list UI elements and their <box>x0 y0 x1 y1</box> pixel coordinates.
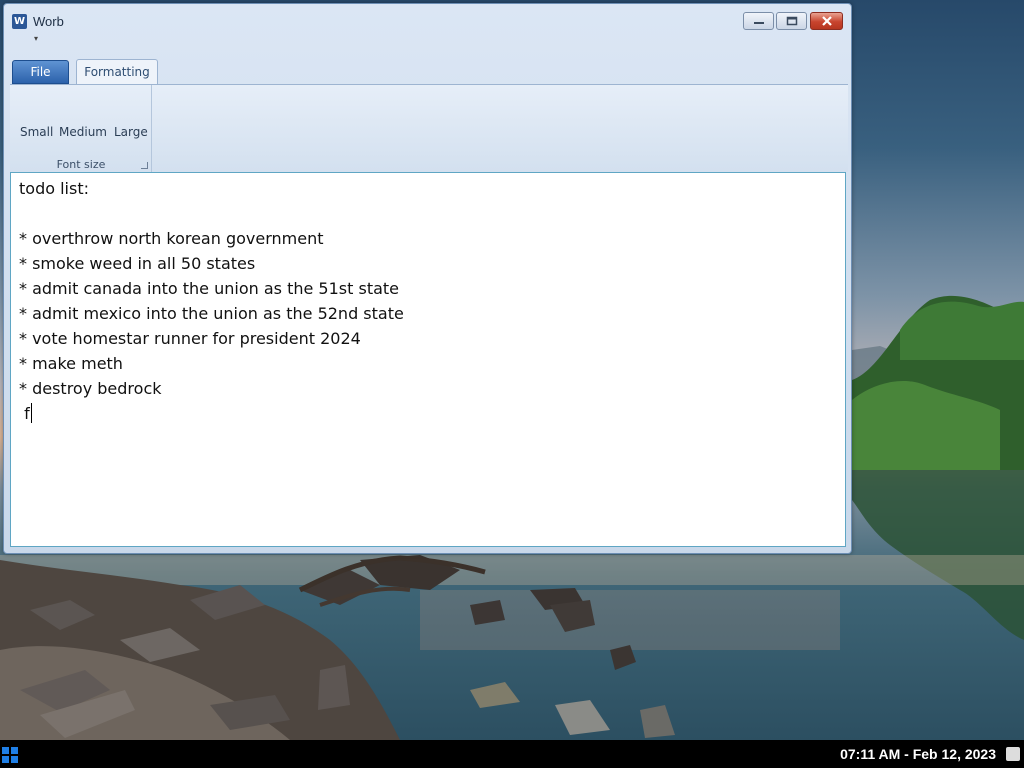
tab-formatting[interactable]: Formatting <box>76 59 158 85</box>
font-size-medium-button[interactable]: Medium <box>59 125 107 139</box>
ribbon-group-label: Font size <box>56 158 106 171</box>
document-line: * smoke weed in all 50 states <box>19 254 256 273</box>
text-caret <box>30 403 32 423</box>
document-line: * destroy bedrock <box>19 379 162 398</box>
worb-window: W ▾ Worb File Formatting Small Medium La… <box>3 3 852 554</box>
dialog-launcher-icon[interactable] <box>141 162 148 169</box>
font-size-small-button[interactable]: Small <box>20 125 53 139</box>
quick-access-dropdown-icon[interactable]: ▾ <box>34 34 38 43</box>
restore-button[interactable] <box>776 12 807 30</box>
document-line: * admit mexico into the union as the 52n… <box>19 304 404 323</box>
document-text[interactable]: todo list: * overthrow north korean gove… <box>11 173 845 426</box>
document-line-current: f <box>19 401 837 426</box>
windows-logo-icon[interactable] <box>2 747 18 763</box>
notification-icon[interactable] <box>1006 747 1020 761</box>
close-icon <box>821 16 832 26</box>
document-line: * overthrow north korean government <box>19 229 324 248</box>
minimize-icon <box>753 22 764 24</box>
document-line: todo list: <box>19 179 89 198</box>
taskbar-clock[interactable]: 07:11 AM - Feb 12, 2023 <box>840 746 996 762</box>
word-app-icon[interactable]: W <box>12 14 27 29</box>
document-line: * make meth <box>19 354 123 373</box>
current-line-text: f <box>19 404 30 423</box>
document-line: * vote homestar runner for president 202… <box>19 329 361 348</box>
window-title: Worb <box>33 14 64 29</box>
ribbon-tab-strip: File Formatting <box>10 59 848 85</box>
tab-file[interactable]: File <box>12 60 69 84</box>
ribbon-panel: Small Medium Large Font size <box>10 84 848 173</box>
document-line <box>19 201 837 226</box>
taskbar: 07:11 AM - Feb 12, 2023 <box>0 740 1024 768</box>
title-bar[interactable]: W ▾ Worb <box>4 4 851 43</box>
document-line: * admit canada into the union as the 51s… <box>19 279 400 298</box>
minimize-button[interactable] <box>743 12 774 30</box>
font-size-large-button[interactable]: Large <box>114 125 148 139</box>
close-button[interactable] <box>810 12 843 30</box>
ribbon-group-font-size: Small Medium Large Font size <box>10 85 152 173</box>
document-editor[interactable]: todo list: * overthrow north korean gove… <box>10 172 846 547</box>
restore-icon <box>786 16 797 26</box>
